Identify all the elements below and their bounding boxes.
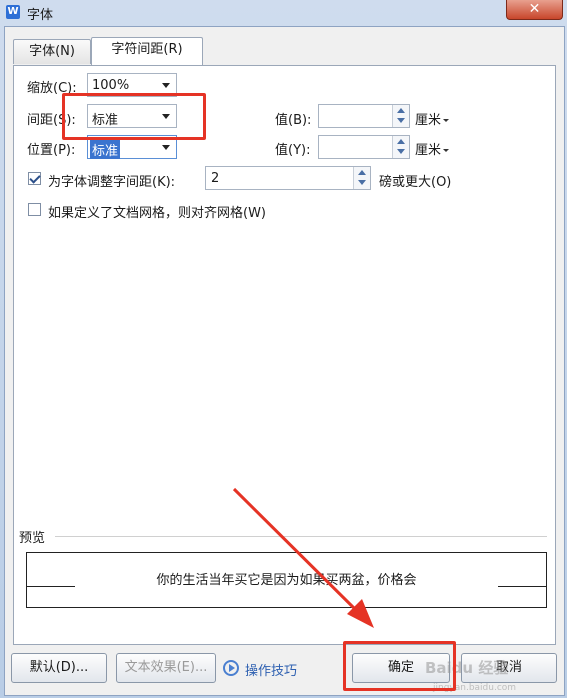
annotation-arrow-shaft (232, 487, 364, 618)
tab-character-spacing[interactable]: 字符间距(R) (91, 37, 203, 65)
annotation-arrow (232, 487, 374, 628)
